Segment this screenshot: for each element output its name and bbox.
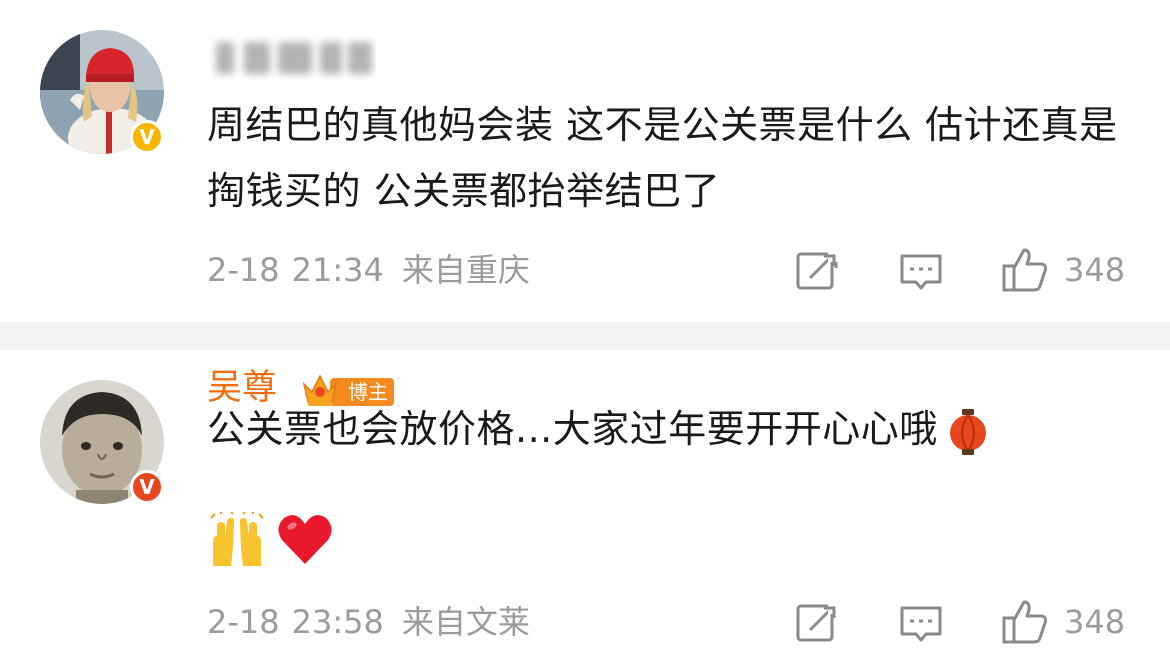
emoji-row: [207, 512, 338, 572]
comment-item: V 吴尊 博主 公关票也会放价格...大家过年要开开心心哦 2-18 23:58 来…: [0, 350, 1170, 659]
share-icon[interactable]: [792, 598, 842, 648]
comment-date: 2-18: [207, 603, 280, 641]
red-heart-emoji-icon: [278, 515, 332, 564]
verified-badge-icon: V: [130, 470, 164, 504]
comment-date: 2-18: [207, 251, 280, 289]
username-blurred[interactable]: [210, 36, 376, 82]
like-count: 348: [1064, 251, 1126, 289]
comment-location: 来自重庆: [401, 251, 530, 289]
comment-divider: [0, 322, 1170, 350]
comment-location: 来自文莱: [401, 603, 530, 641]
lantern-emoji-icon: [949, 408, 986, 455]
share-icon[interactable]: [792, 246, 842, 296]
comment-time: 23:58: [291, 603, 384, 641]
comment-meta: 2-18 23:58 来自文莱: [207, 600, 530, 644]
raising-hands-emoji-icon: [210, 512, 264, 566]
comment-item: V 周结巴的真他妈会装 这不是公关票是什么 估计还真是掏钱买的 公关票都抬举结巴…: [0, 0, 1170, 322]
thumbs-up-icon[interactable]: [1000, 596, 1050, 646]
like-count: 348: [1064, 603, 1126, 641]
comment-icon[interactable]: [896, 246, 946, 296]
thumbs-up-icon[interactable]: [1000, 244, 1050, 294]
comment-text: 公关票也会放价格...大家过年要开开心心哦: [207, 396, 1137, 462]
comment-text: 周结巴的真他妈会装 这不是公关票是什么 估计还真是掏钱买的 公关票都抬举结巴了: [207, 103, 1118, 213]
verified-badge-icon: V: [130, 120, 164, 154]
comment-icon[interactable]: [896, 598, 946, 648]
comment-meta: 2-18 21:34 来自重庆: [207, 248, 530, 292]
comment-text-body: 公关票也会放价格...大家过年要开开心心哦: [207, 407, 938, 451]
comment-time: 21:34: [291, 251, 384, 289]
